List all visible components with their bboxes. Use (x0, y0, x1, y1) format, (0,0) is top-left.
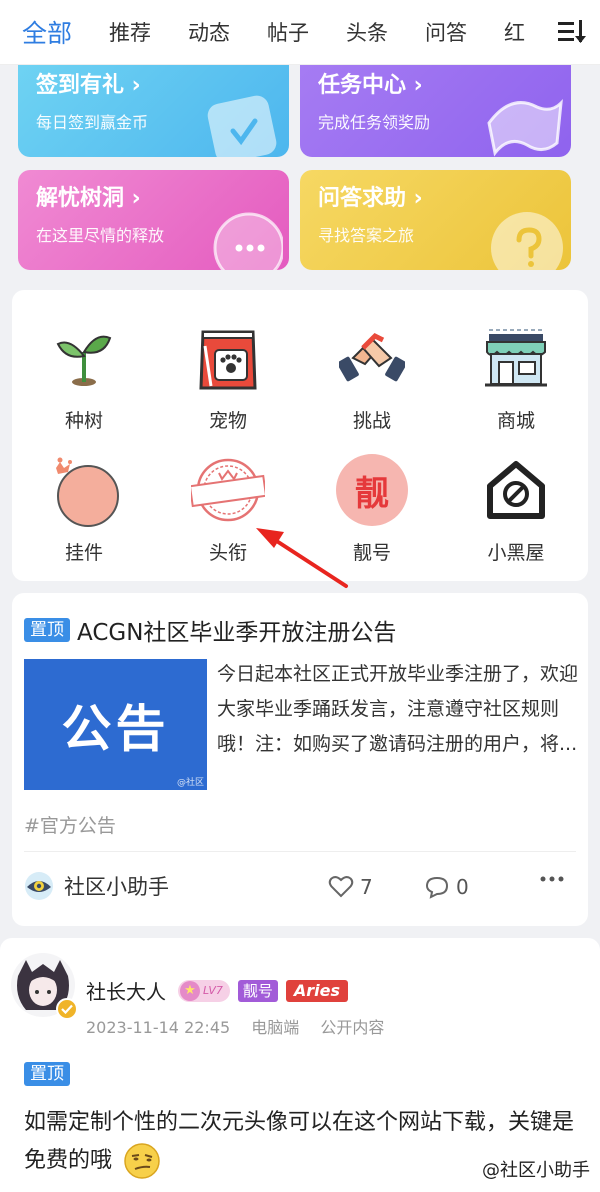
tab-posts[interactable]: 帖子 (267, 17, 309, 47)
grid-item-blacklist[interactable]: 小黑屋 (444, 450, 588, 565)
post-date: 2023-11-14 22:45 (86, 1018, 231, 1037)
signin-card[interactable]: 签到有礼 › 每日签到赢金币 (18, 59, 289, 157)
tab-qa[interactable]: 问答 (425, 17, 467, 47)
image-watermark: @社区小助手 (482, 1160, 590, 1181)
task-center-card[interactable]: 任务中心 › 完成任务领奖励 (300, 59, 571, 157)
pinned-badge: 置顶 (24, 618, 70, 642)
post-author[interactable]: 社区小助手 (24, 871, 169, 901)
author-name: 社区小助手 (64, 875, 169, 899)
post-meta: 2023-11-14 22:45 电脑端 公开内容 (86, 1014, 400, 1038)
grid-item-label: 商城 (496, 410, 535, 432)
grid-item-label: 宠物 (208, 410, 247, 432)
calendar-check-icon (207, 95, 277, 157)
smirk-emoji-icon (123, 1142, 161, 1180)
vip-number-icon: 靓 (336, 454, 408, 526)
post-device: 电脑端 (251, 1018, 300, 1037)
tab-recommend[interactable]: 推荐 (109, 17, 151, 47)
divider (24, 851, 576, 852)
pinned-post-announcement[interactable]: 置顶 ACGN社区毕业季开放注册公告 公告 @社区 今日起本社区正式开放毕业季注… (12, 593, 588, 926)
level-text: LV7 (203, 984, 223, 997)
qa-help-card[interactable]: 问答求助 › 寻找答案之旅 (300, 170, 571, 270)
post-title[interactable]: ACGN社区毕业季开放注册公告 (77, 613, 396, 647)
like-count: 7 (360, 875, 373, 899)
grid-item-label: 头衔 (208, 542, 247, 564)
username[interactable]: 社长大人 (86, 976, 166, 1005)
vip-badge: 靓号 (237, 979, 278, 1002)
grid-item-label: 靓号 (352, 542, 391, 564)
pet-food-bag-icon (199, 330, 257, 390)
grid-item-label: 挂件 (64, 542, 103, 564)
comment-button[interactable]: 0 (424, 875, 469, 899)
tab-menu-button[interactable] (536, 0, 600, 64)
tab-headlines[interactable]: 头条 (346, 17, 388, 47)
user-avatar[interactable] (10, 952, 78, 1020)
blacklist-house-icon (487, 461, 545, 519)
pinned-post-user[interactable]: 社长大人 ★ LV7 靓号 Aries 2023-11-14 22:45 电脑端… (0, 938, 600, 1192)
more-options-button[interactable] (540, 875, 564, 883)
top-tab-bar: 全部 推荐 动态 帖子 头条 问答 红 (0, 0, 600, 64)
level-star-icon: ★ (180, 980, 200, 1001)
title-badge-icon (191, 458, 265, 522)
grid-item-label: 种树 (64, 410, 103, 432)
user-name-row: 社长大人 ★ LV7 靓号 Aries (86, 976, 349, 1005)
heart-icon (328, 876, 354, 898)
chat-bubble-icon (213, 212, 283, 270)
grid-item-label: 挑战 (352, 410, 391, 432)
grid-item-vip-number[interactable]: 靓 靓号 (300, 450, 444, 565)
tab-dynamic[interactable]: 动态 (188, 17, 230, 47)
shop-icon (485, 329, 547, 387)
grid-item-plant-tree[interactable]: 种树 (12, 318, 156, 433)
post-hashtag[interactable]: #官方公告 (24, 811, 116, 838)
grid-item-label: 小黑屋 (487, 542, 545, 564)
post-title-row: 置顶 ACGN社区毕业季开放注册公告 (24, 613, 396, 647)
tab-all[interactable]: 全部 (22, 14, 72, 50)
post-visibility: 公开内容 (320, 1018, 385, 1037)
menu-sort-icon (558, 20, 586, 43)
feature-icon-grid: 种树 宠物 挑战 商城 挂件 头衔 靓 靓号 小黑屋 (12, 290, 588, 581)
grid-item-shop[interactable]: 商城 (444, 318, 588, 433)
grid-item-pendant[interactable]: 挂件 (12, 450, 156, 565)
thumbnail-watermark: @社区 (176, 778, 204, 788)
more-dots-icon (540, 876, 564, 882)
grid-item-challenge[interactable]: 挑战 (300, 318, 444, 433)
grid-item-title-badge[interactable]: 头衔 (156, 450, 300, 565)
handshake-icon (339, 332, 405, 382)
verified-badge-icon (56, 998, 78, 1020)
question-icon (491, 212, 563, 270)
sprout-icon (56, 335, 112, 386)
thumbnail-text: 公告 (61, 699, 170, 758)
comment-count: 0 (456, 875, 469, 899)
grid-item-pet[interactable]: 宠物 (156, 318, 300, 433)
post-thumbnail[interactable]: 公告 @社区 (24, 659, 207, 790)
comment-icon (425, 876, 449, 899)
pinned-badge: 置顶 (24, 1062, 70, 1086)
author-avatar-icon (25, 872, 53, 900)
post-excerpt: 今日起本社区正式开放毕业季注册了，欢迎大家毕业季踊跃发言，注意遵守社区规则哦！注… (217, 663, 579, 755)
flag-icon (487, 98, 563, 157)
like-button[interactable]: 7 (328, 875, 373, 899)
pendant-icon (56, 457, 119, 527)
tab-red[interactable]: 红 (504, 17, 525, 47)
level-badge: ★ LV7 (178, 979, 230, 1002)
title-badge: Aries (285, 979, 349, 1002)
tree-hole-card[interactable]: 解忧树洞 › 在这里尽情的释放 (18, 170, 289, 270)
